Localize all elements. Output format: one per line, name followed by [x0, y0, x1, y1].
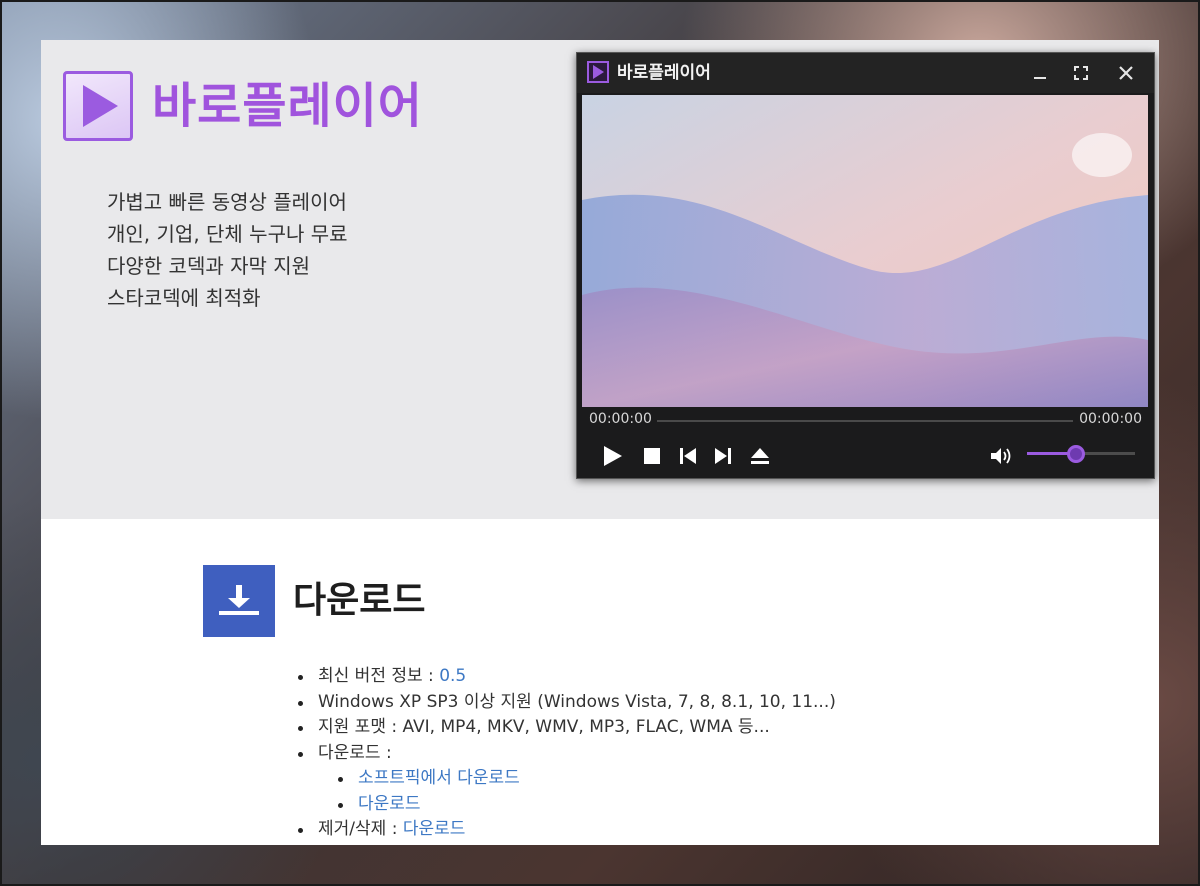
maximize-icon[interactable] — [1068, 61, 1094, 85]
formats-item: 지원 포맷 : AVI, MP4, MKV, WMV, MP3, FLAC, W… — [298, 715, 836, 741]
feature-list: 가볍고 빠른 동영상 플레이어 개인, 기업, 단체 누구나 무료 다양한 코덱… — [107, 186, 348, 314]
download-link-softpick: 소프트픽에서 다운로드 — [298, 766, 836, 792]
minimize-icon[interactable] — [1027, 61, 1053, 85]
version-link[interactable]: 0.5 — [439, 666, 466, 686]
stop-icon[interactable] — [639, 443, 665, 469]
download-info-list: 최신 버전 정보 : 0.5 Windows XP SP3 이상 지원 (Win… — [298, 664, 836, 843]
feature-item: 스타코덱에 최적화 — [107, 286, 261, 310]
download-link-direct: 다운로드 — [298, 792, 836, 818]
video-area[interactable] — [582, 95, 1148, 407]
total-time: 00:00:00 — [1079, 411, 1142, 427]
player-titlebar[interactable]: 바로플레이어 — [577, 53, 1154, 93]
volume-slider[interactable] — [1027, 445, 1135, 463]
download-links: 소프트픽에서 다운로드 다운로드 — [298, 766, 836, 817]
play-icon[interactable] — [599, 443, 625, 469]
player-window: 바로플레이어 00:00:00 00:00:00 — [576, 52, 1155, 479]
download-title: 다운로드 — [293, 580, 426, 621]
previous-icon[interactable] — [675, 443, 701, 469]
player-app-icon — [587, 61, 609, 83]
download-label: 다운로드 : — [318, 742, 392, 763]
elapsed-time: 00:00:00 — [589, 411, 652, 427]
version-label: 최신 버전 정보 : — [318, 666, 440, 686]
feature-item: 다양한 코덱과 자막 지원 — [107, 254, 311, 278]
os-support-item: Windows XP SP3 이상 지원 (Windows Vista, 7, … — [298, 690, 836, 716]
download-icon — [203, 565, 275, 637]
next-icon[interactable] — [710, 443, 736, 469]
feature-item: 가볍고 빠른 동영상 플레이어 — [107, 190, 347, 214]
hero-section: 바로플레이어 가볍고 빠른 동영상 플레이어 개인, 기업, 단체 누구나 무료… — [41, 40, 1159, 519]
download-links-container: 소프트픽에서 다운로드 다운로드 — [298, 766, 836, 817]
close-icon[interactable] — [1113, 61, 1139, 85]
remove-item: 제거/삭제 : 다운로드 — [298, 817, 836, 843]
download-section: 다운로드 최신 버전 정보 : 0.5 Windows XP SP3 이상 지원… — [41, 519, 1159, 845]
app-title: 바로플레이어 — [152, 78, 423, 134]
version-item: 최신 버전 정보 : 0.5 — [298, 664, 836, 690]
volume-knob[interactable] — [1066, 445, 1085, 463]
eject-icon[interactable] — [747, 443, 773, 469]
remove-download-link[interactable]: 다운로드 — [403, 819, 466, 839]
remove-label: 제거/삭제 : — [318, 819, 403, 839]
seek-bar[interactable] — [657, 420, 1073, 422]
download-item: 다운로드 : — [298, 741, 836, 767]
direct-download-link[interactable]: 다운로드 — [358, 794, 421, 814]
feature-item: 개인, 기업, 단체 누구나 무료 — [107, 222, 348, 246]
player-title: 바로플레이어 — [617, 63, 711, 83]
softpick-download-link[interactable]: 소프트픽에서 다운로드 — [358, 768, 520, 788]
app-logo-icon — [63, 71, 133, 141]
volume-icon[interactable] — [988, 443, 1014, 469]
webpage: 바로플레이어 가볍고 빠른 동영상 플레이어 개인, 기업, 단체 누구나 무료… — [41, 40, 1159, 845]
